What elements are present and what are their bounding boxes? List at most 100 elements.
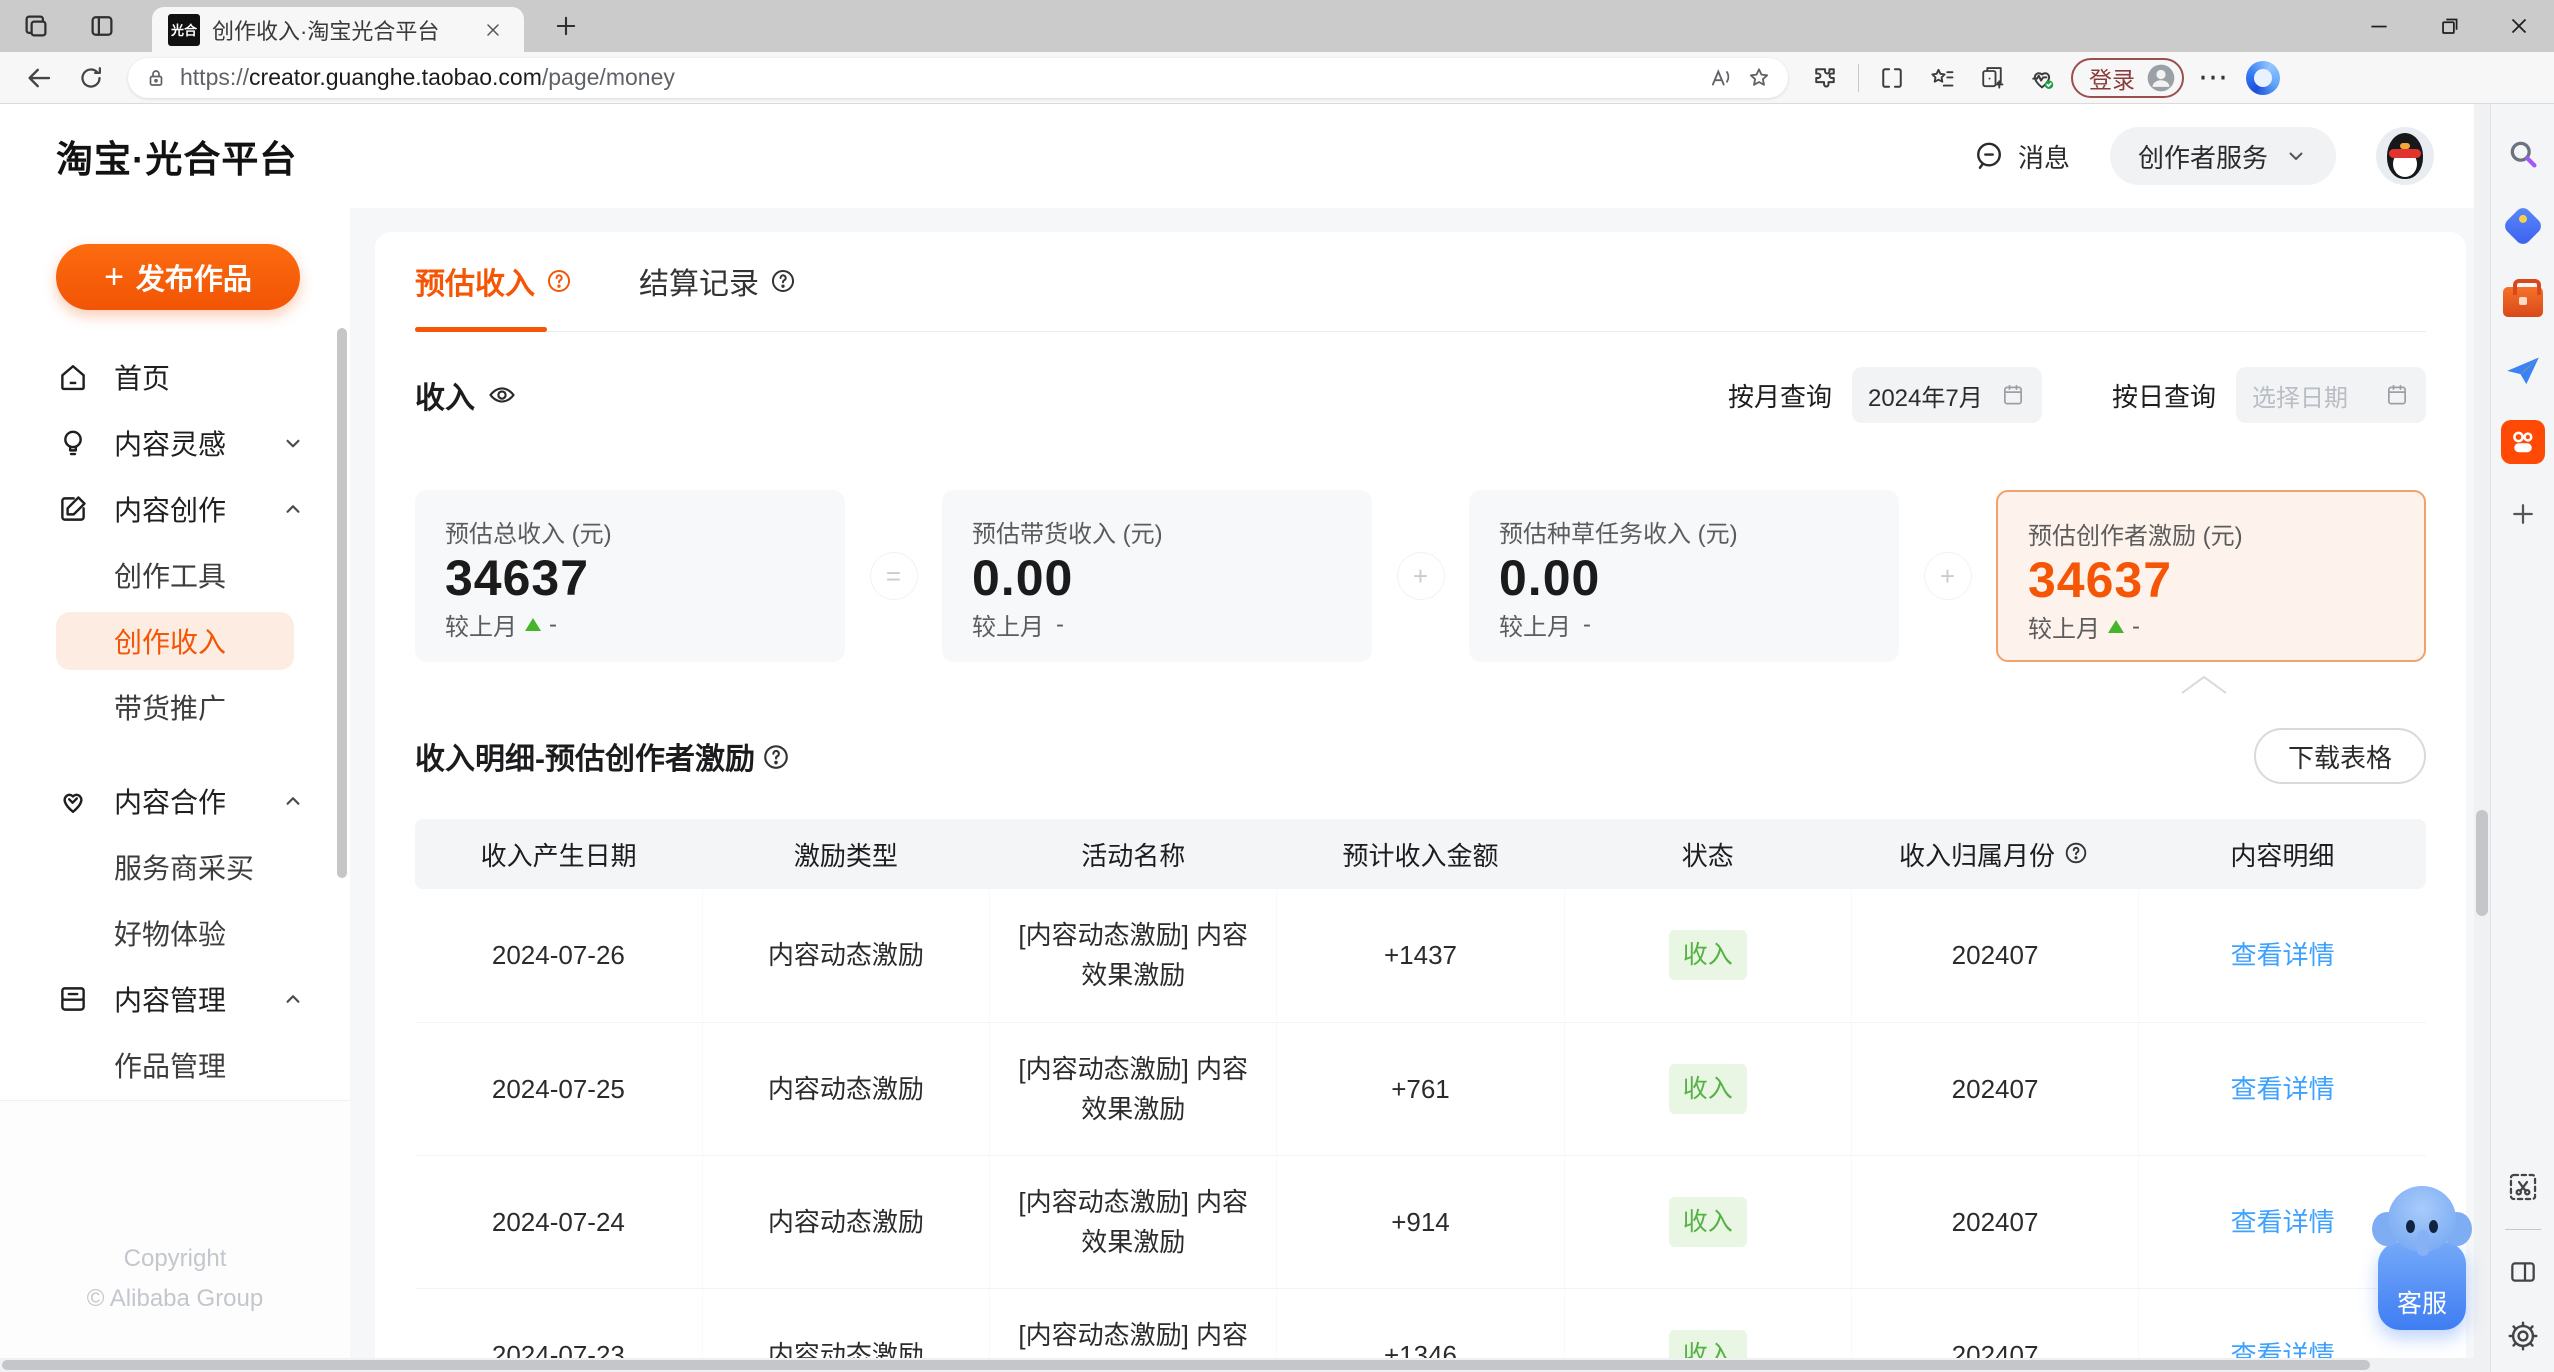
user-avatar[interactable]: [2376, 127, 2434, 185]
card-value: 34637: [445, 550, 590, 606]
sidebar-item-label: 内容管理: [114, 985, 227, 1016]
browser-essentials-icon[interactable]: [2021, 58, 2063, 98]
cell-activity: [内容动态激励] 内容效果激励: [989, 1155, 1278, 1289]
day-placeholder: 选择日期: [2252, 384, 2348, 412]
sidebar-item-creation-income[interactable]: 创作收入: [56, 612, 294, 670]
more-menu-icon[interactable]: ⋯: [2192, 58, 2234, 98]
new-tab-icon[interactable]: [544, 4, 588, 48]
sidebar-scrollbar[interactable]: [337, 328, 347, 878]
window-controls: [2344, 0, 2554, 52]
download-table-button[interactable]: 下载表格: [2253, 728, 2426, 784]
question-icon[interactable]: [2063, 840, 2091, 868]
view-detail-link[interactable]: 查看详情: [2231, 1207, 2335, 1237]
add-tab-to-collection-icon[interactable]: [1971, 58, 2013, 98]
trend-up-icon: [2108, 620, 2124, 633]
sidebar-item-inspiration[interactable]: 内容灵感: [0, 410, 350, 476]
question-icon[interactable]: [761, 742, 789, 770]
read-aloud-icon[interactable]: [1708, 65, 1734, 91]
card-title: 预估种草任务收入 (元): [1499, 521, 1738, 548]
edit-icon: [56, 492, 90, 526]
extensions-icon[interactable]: [1804, 58, 1846, 98]
card-total-income[interactable]: 预估总收入 (元) 34637 较上月 -: [415, 490, 845, 662]
sidebar-item-works-manage[interactable]: 作品管理: [0, 1032, 350, 1098]
sidebar-item-cooperation[interactable]: 内容合作: [0, 768, 350, 834]
workspaces-icon[interactable]: [14, 4, 58, 48]
question-icon[interactable]: [769, 267, 797, 295]
status-badge: 收入: [1668, 930, 1747, 981]
view-detail-link[interactable]: 查看详情: [2231, 1074, 2335, 1104]
income-tabs: 预估收入 结算记录: [415, 232, 2426, 332]
publish-button[interactable]: + 发布作品: [56, 244, 300, 310]
address-bar[interactable]: https://creator.guanghe.taobao.com/page/…: [128, 57, 1788, 98]
sidebar-item-label: 创作工具: [114, 561, 227, 592]
split-screen-icon[interactable]: [1871, 58, 1913, 98]
archive-icon: [56, 982, 90, 1016]
tab-settlement-record[interactable]: 结算记录: [639, 259, 797, 331]
tab-actions-icon[interactable]: [80, 4, 124, 48]
cell-amount: +1437: [1276, 889, 1565, 1023]
minimize-icon[interactable]: [2344, 0, 2414, 52]
settings-gear-icon[interactable]: [2501, 1314, 2545, 1358]
sidebar-item-content-manage[interactable]: 内容管理: [0, 966, 350, 1032]
sidebar-item-home[interactable]: 首页: [0, 344, 350, 410]
url-scheme: https://: [180, 64, 250, 90]
main-panel: 预估收入 结算记录 收入 按月查询 2024年7月 按日查询 选择日期 预估总收…: [375, 232, 2466, 1372]
chevron-down-icon: [2284, 144, 2308, 168]
vertical-scrollbar: [2474, 104, 2490, 1372]
sidebar-item-product-trial[interactable]: 好物体验: [0, 900, 350, 966]
sidebar-item-creation-tools[interactable]: 创作工具: [0, 542, 350, 608]
copilot-icon[interactable]: [2242, 58, 2284, 98]
view-detail-link[interactable]: 查看详情: [2231, 940, 2335, 970]
collections-icon[interactable]: [1921, 58, 1963, 98]
close-icon[interactable]: [2484, 0, 2554, 52]
login-button[interactable]: 登录: [2071, 57, 2184, 98]
sidebar-item-label: 服务商采买: [114, 853, 255, 884]
card-creator-incentive[interactable]: 预估创作者激励 (元) 34637 较上月 -: [1996, 490, 2426, 662]
tab-close-icon[interactable]: [478, 15, 508, 45]
rail-divider: [2504, 1229, 2541, 1230]
login-label: 登录: [2089, 66, 2135, 93]
table-row: 2024-07-26 内容动态激励 [内容动态激励] 内容效果激励 +1437 …: [415, 889, 2426, 1023]
chevron-down-icon: [280, 430, 306, 456]
horizontal-scrollbar-thumb[interactable]: [2, 1360, 2370, 1370]
sidebar-item-creation[interactable]: 内容创作: [0, 476, 350, 542]
card-task-income[interactable]: 预估种草任务收入 (元) 0.00 较上月 -: [1469, 490, 1899, 662]
col-activity: 活动名称: [989, 819, 1277, 889]
sidebar-item-label: 内容创作: [114, 495, 227, 526]
refresh-icon[interactable]: [70, 57, 112, 99]
customer-service-widget[interactable]: 客服: [2372, 1186, 2472, 1330]
card-goods-income[interactable]: 预估带货收入 (元) 0.00 较上月 -: [942, 490, 1372, 662]
kuaishou-icon[interactable]: [2500, 420, 2545, 464]
toolbox-icon[interactable]: [2501, 276, 2545, 320]
vertical-scrollbar-thumb[interactable]: [2476, 810, 2488, 916]
restore-icon[interactable]: [2414, 0, 2484, 52]
site-logo[interactable]: 淘宝·光合平台: [56, 129, 297, 183]
site-header: 淘宝·光合平台 消息 创作者服务: [0, 104, 2490, 208]
messages-button[interactable]: 消息: [1972, 138, 2070, 175]
creator-service-dropdown[interactable]: 创作者服务: [2109, 127, 2336, 185]
sidebar-item-promo[interactable]: 带货推广: [0, 674, 350, 740]
split-window-icon[interactable]: [2501, 1250, 2545, 1294]
sidebar-item-label: 内容合作: [114, 787, 227, 818]
paper-plane-icon[interactable]: [2501, 348, 2545, 392]
back-icon[interactable]: [18, 57, 60, 99]
day-picker[interactable]: 选择日期: [2236, 367, 2426, 423]
cell-detail: 查看详情: [2138, 889, 2426, 1023]
url-path: /page/money: [541, 64, 675, 90]
sidebar-search-icon[interactable]: [2501, 132, 2545, 176]
plus-operator: +: [1924, 553, 1971, 599]
detail-section-title: 收入明细-预估创作者激励: [415, 734, 789, 778]
income-cards: 预估总收入 (元) 34637 较上月 - = 预估带货收入 (元) 0.00 较…: [415, 490, 2426, 662]
sidebar-footer: Copyright © Alibaba Group: [0, 1100, 350, 1372]
income-section-label: 收入: [415, 373, 517, 417]
add-sidebar-item-icon[interactable]: [2501, 492, 2545, 536]
favorite-star-icon[interactable]: [1746, 65, 1772, 91]
sidebar-item-service-purchase[interactable]: 服务商采买: [0, 834, 350, 900]
browser-tab[interactable]: 光合 创作收入·淘宝光合平台: [152, 7, 524, 52]
tab-estimated-income[interactable]: 预估收入: [415, 259, 573, 332]
screenshot-icon[interactable]: [2501, 1165, 2545, 1209]
question-icon[interactable]: [545, 267, 573, 295]
month-picker[interactable]: 2024年7月: [1851, 367, 2042, 423]
eye-icon[interactable]: [487, 380, 517, 410]
shopping-tag-icon[interactable]: [2501, 204, 2545, 248]
